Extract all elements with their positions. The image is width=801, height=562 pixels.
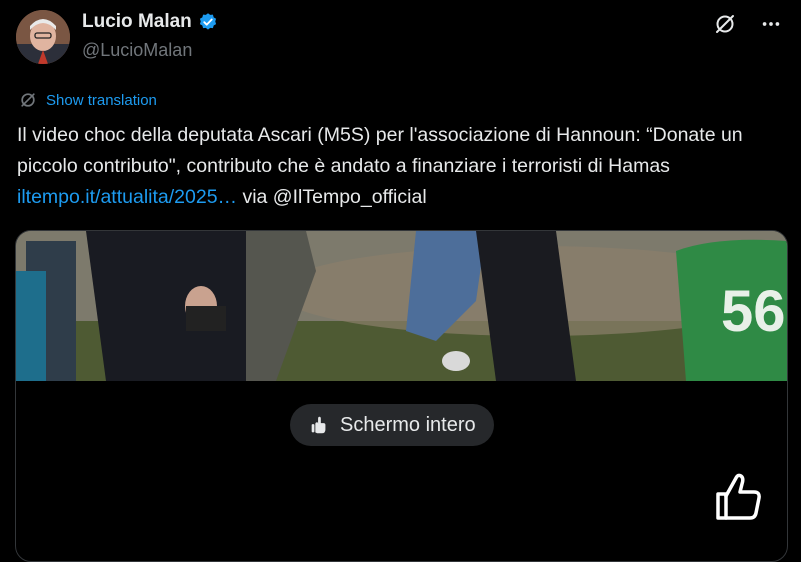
hand-pointer-icon	[311, 416, 326, 434]
author-name-row[interactable]: Lucio Malan	[82, 11, 218, 33]
author-handle[interactable]: @LucioMalan	[82, 40, 192, 61]
fullscreen-label[interactable]: Schermo intero	[340, 414, 476, 437]
verified-badge-icon	[199, 13, 216, 30]
video-still: 56	[16, 231, 787, 381]
tweet-text-part-1: Il video choc della deputata Ascari (M5S…	[17, 124, 743, 177]
video-player[interactable]: 56	[15, 230, 788, 562]
show-translation-label[interactable]: Show translation	[46, 92, 157, 109]
slashed-circle-icon	[716, 15, 734, 33]
like-button[interactable]	[710, 468, 766, 524]
author-name[interactable]: Lucio Malan	[82, 11, 192, 33]
video-frame[interactable]: 56	[16, 231, 787, 381]
tweet-text-part-2: via @IlTempo_official	[237, 186, 427, 208]
more-horizontal-icon	[762, 22, 780, 26]
translate-icon	[21, 93, 35, 107]
show-translation-link[interactable]: Show translation	[18, 90, 157, 110]
jersey-number: 56	[721, 279, 786, 344]
thumbs-up-icon	[716, 473, 761, 520]
tweet-top-actions	[711, 10, 785, 38]
article-link[interactable]: iltempo.it/attualita/2025…	[17, 186, 237, 208]
tweet-text: Il video choc della deputata Ascari (M5S…	[17, 120, 787, 213]
avatar[interactable]	[16, 10, 70, 64]
avatar-image	[16, 10, 70, 64]
fullscreen-button[interactable]: Schermo intero	[290, 404, 494, 446]
grok-button[interactable]	[711, 10, 739, 38]
more-options-button[interactable]	[757, 10, 785, 38]
